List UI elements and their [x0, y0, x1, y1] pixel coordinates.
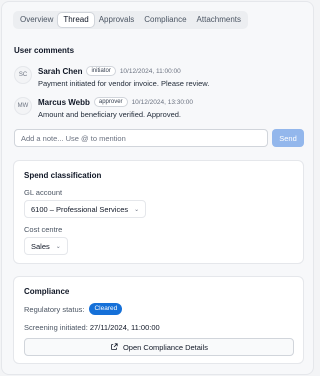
cost-centre-select[interactable]: Sales ⌄	[24, 237, 68, 255]
tab-compliance[interactable]: Compliance	[139, 13, 191, 27]
avatar: SC	[14, 66, 32, 84]
role-badge: approver	[93, 97, 128, 107]
open-compliance-details-label: Open Compliance Details	[122, 342, 209, 352]
cost-centre-value: Sales	[31, 241, 50, 251]
open-compliance-details-button[interactable]: Open Compliance Details	[24, 338, 294, 356]
cost-centre-label: Cost centre	[24, 225, 63, 234]
regulatory-status-row: Regulatory status: Cleared	[24, 303, 123, 315]
gl-account-label: GL account	[24, 188, 63, 197]
tab-attachments[interactable]: Attachments	[192, 13, 246, 27]
status-badge: Cleared	[89, 303, 123, 315]
regulatory-status-label: Regulatory status:	[24, 304, 85, 314]
comment-text: Payment initiated for vendor invoice. Pl…	[38, 79, 210, 88]
tab-thread[interactable]: Thread	[58, 13, 94, 27]
external-link-icon	[111, 343, 118, 350]
comment-author: Marcus Webb	[38, 97, 90, 107]
comments-section-title: User comments	[14, 46, 75, 55]
compliance-card: Compliance Regulatory status: Cleared Sc…	[13, 276, 304, 364]
role-badge: initiator	[86, 66, 116, 76]
tab-bar: Overview Thread Approvals Compliance Att…	[13, 11, 248, 29]
send-button[interactable]: Send	[272, 129, 304, 147]
comment-author: Sarah Chen	[38, 66, 83, 76]
spend-card-title: Spend classification	[24, 171, 102, 180]
payment-detail-panel: Overview Thread Approvals Compliance Att…	[1, 1, 314, 375]
note-input[interactable]	[14, 129, 268, 147]
tab-approvals[interactable]: Approvals	[94, 13, 140, 27]
screening-label: Screening initiated:	[24, 323, 88, 332]
gl-account-select[interactable]: 6100 – Professional Services ⌄	[24, 200, 147, 218]
comment-timestamp: 10/12/2024, 11:00:00	[119, 67, 181, 75]
avatar: MW	[14, 97, 32, 115]
chevron-down-icon: ⌄	[55, 243, 61, 250]
comment-text: Amount and beneficiary verified. Approve…	[38, 110, 182, 119]
comment-item: MW Marcus Webb approver 10/12/2024, 13:3…	[14, 97, 304, 123]
screening-row: Screening initiated: 27/11/2024, 11:00:0…	[24, 323, 160, 332]
chevron-down-icon: ⌄	[134, 206, 140, 213]
spend-classification-card: Spend classification GL account 6100 – P…	[13, 160, 304, 264]
gl-account-value: 6100 – Professional Services	[31, 204, 129, 214]
tab-overview[interactable]: Overview	[15, 13, 58, 27]
comment-item: SC Sarah Chen initiator 10/12/2024, 11:0…	[14, 66, 304, 92]
screening-value: 27/11/2024, 11:00:00	[89, 323, 160, 332]
compliance-card-title: Compliance	[24, 287, 70, 296]
comment-timestamp: 10/12/2024, 13:30:00	[131, 98, 194, 106]
